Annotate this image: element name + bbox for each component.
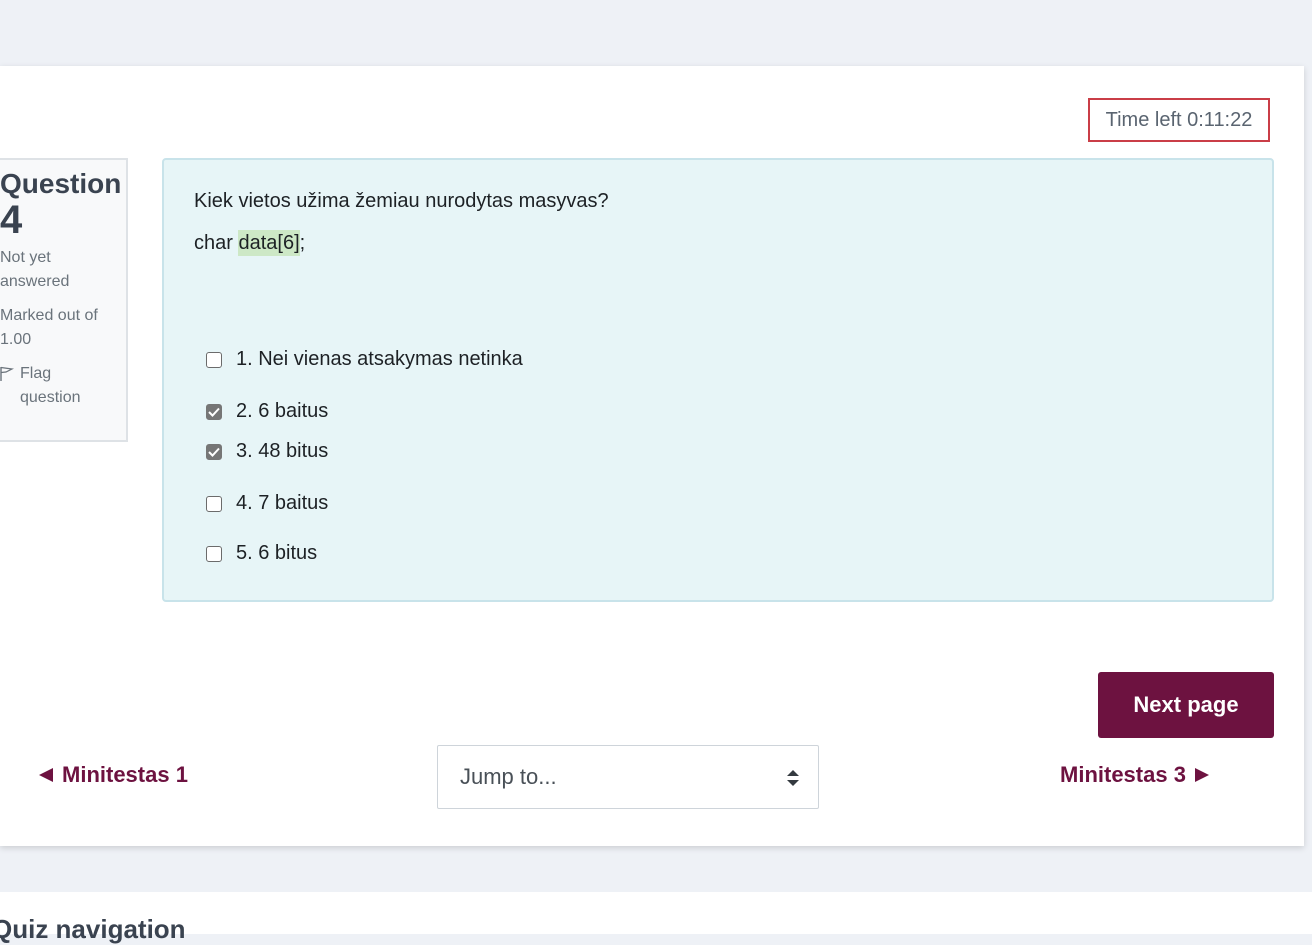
question-formulation: Kiek vietos užima žemiau nurodytas masyv… [162,158,1274,602]
quiz-navigation-panel [0,892,1312,934]
answer-checkbox[interactable] [206,351,222,368]
next-activity-label: Minitestas 3 [1060,762,1186,787]
jump-to-value: Jump to... [460,764,557,789]
jump-to-select[interactable]: Jump to... [437,745,819,809]
answer-option-2[interactable]: 2. 6 baitus [206,400,328,423]
quiz-navigation-title: Quiz navigation [0,914,186,944]
next-activity-link[interactable]: Minitestas 3 [1060,762,1210,788]
answer-option-3[interactable]: 3. 48 bitus [206,440,328,463]
question-state: Not yet answered [0,249,70,290]
answer-option-5[interactable]: 5. 6 bitus [206,542,317,565]
timer-text: Time left 0:11:22 [1105,108,1253,131]
question-grade: Marked out of 1.00 [0,307,98,348]
answer-checkbox[interactable] [206,545,222,562]
code-highlight: data[6] [238,230,300,256]
question-info-panel: Question 4 Not yet answered Marked out o… [0,158,128,442]
prev-activity-link[interactable]: Minitestas 1 [38,762,188,788]
answer-label: 4. 7 baitus [236,492,329,514]
prev-activity-label: Minitestas 1 [62,762,188,787]
question-code: char data[6]; [194,230,306,256]
answer-label: 3. 48 bitus [236,440,329,462]
triangle-left-icon [39,768,53,782]
answer-option-1[interactable]: 1. Nei vienas atsakymas netinka [206,348,523,371]
answer-label: 5. 6 bitus [236,542,318,564]
answer-option-4[interactable]: 4. 7 baitus [206,492,328,515]
answer-checkbox[interactable] [206,495,222,512]
quiz-timer: Time left 0:11:22 [1088,98,1270,142]
answer-label: 2. 6 baitus [236,400,329,422]
answer-checkbox[interactable] [206,443,222,460]
select-arrows-icon [787,770,799,786]
flag-question-link[interactable]: Flag question [0,362,126,410]
question-label: Question [0,168,122,199]
flag-icon [0,366,14,381]
question-number: 4 [0,198,23,242]
next-page-button[interactable]: Next page [1098,672,1274,738]
answer-checkbox[interactable] [206,403,222,420]
question-text: Kiek vietos užima žemiau nurodytas masyv… [194,190,609,212]
triangle-right-icon [1194,768,1209,782]
answer-label: 1. Nei vienas atsakymas netinka [236,348,523,370]
